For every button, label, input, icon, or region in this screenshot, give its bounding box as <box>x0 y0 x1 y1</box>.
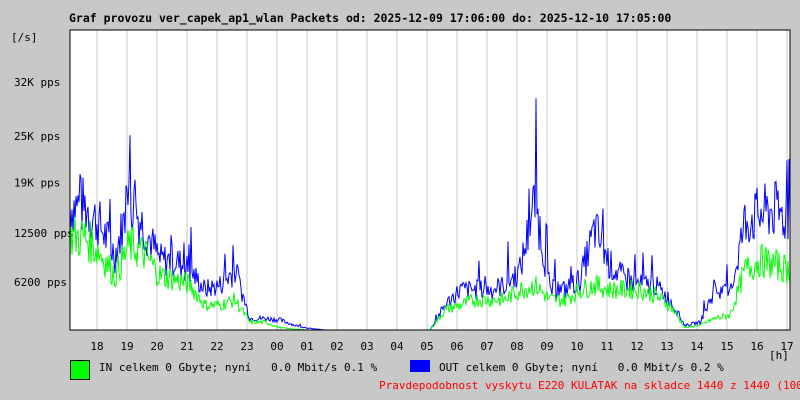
legend-in-swatch <box>70 360 90 380</box>
y-tick-label: 12500 pps <box>14 227 74 240</box>
annotation-text: Pravdepodobnost vyskytu E220 KULATAK na … <box>379 379 800 392</box>
x-tick-label: 21 <box>180 340 193 353</box>
traffic-graph: Graf provozu ver_capek_ap1_wlan Packets … <box>0 0 800 400</box>
x-tick-label: 09 <box>540 340 553 353</box>
x-tick-label: 04 <box>390 340 404 353</box>
x-tick-label: 13 <box>660 340 673 353</box>
x-tick-label: 00 <box>270 340 283 353</box>
x-tick-label: 23 <box>240 340 253 353</box>
legend-out-text: OUT celkem 0 Gbyte; nyní 0.0 Mbit/s 0.2 … <box>439 361 724 374</box>
x-tick-label: 19 <box>120 340 133 353</box>
plot-area: 18 19 20 21 22 23 00 01 02 03 04 05 06 07 08 09 10 11 12 13… <box>14 29 794 353</box>
x-tick-label: 10 <box>570 340 583 353</box>
x-tick-label: 20 <box>150 340 163 353</box>
x-tick-label: 12 <box>630 340 643 353</box>
x-tick-label: 15 <box>720 340 733 353</box>
y-tick-label: 6200 pps <box>14 276 67 289</box>
x-tick-label: 16 <box>750 340 763 353</box>
x-tick-label: 07 <box>480 340 493 353</box>
x-tick-label: 11 <box>600 340 613 353</box>
x-tick-label: 18 <box>90 340 103 353</box>
y-tick-label: 32K pps <box>14 76 60 89</box>
legend-out-swatch <box>410 360 430 372</box>
x-tick-label: 05 <box>420 340 433 353</box>
x-tick-label: 02 <box>330 340 343 353</box>
y-tick-label: 19K pps <box>14 177 60 190</box>
x-tick-label: 06 <box>450 340 463 353</box>
x-tick-label: 14 <box>690 340 704 353</box>
plot-background <box>70 30 790 330</box>
x-tick-label: 08 <box>510 340 523 353</box>
x-axis-unit: [h] <box>769 349 789 362</box>
legend-in-text: IN celkem 0 Gbyte; nyní 0.0 Mbit/s 0.1 % <box>99 361 378 374</box>
x-tick-label: 22 <box>210 340 223 353</box>
x-tick-label: 03 <box>360 340 373 353</box>
x-tick-label: 01 <box>300 340 313 353</box>
y-tick-label: 25K pps <box>14 130 60 143</box>
